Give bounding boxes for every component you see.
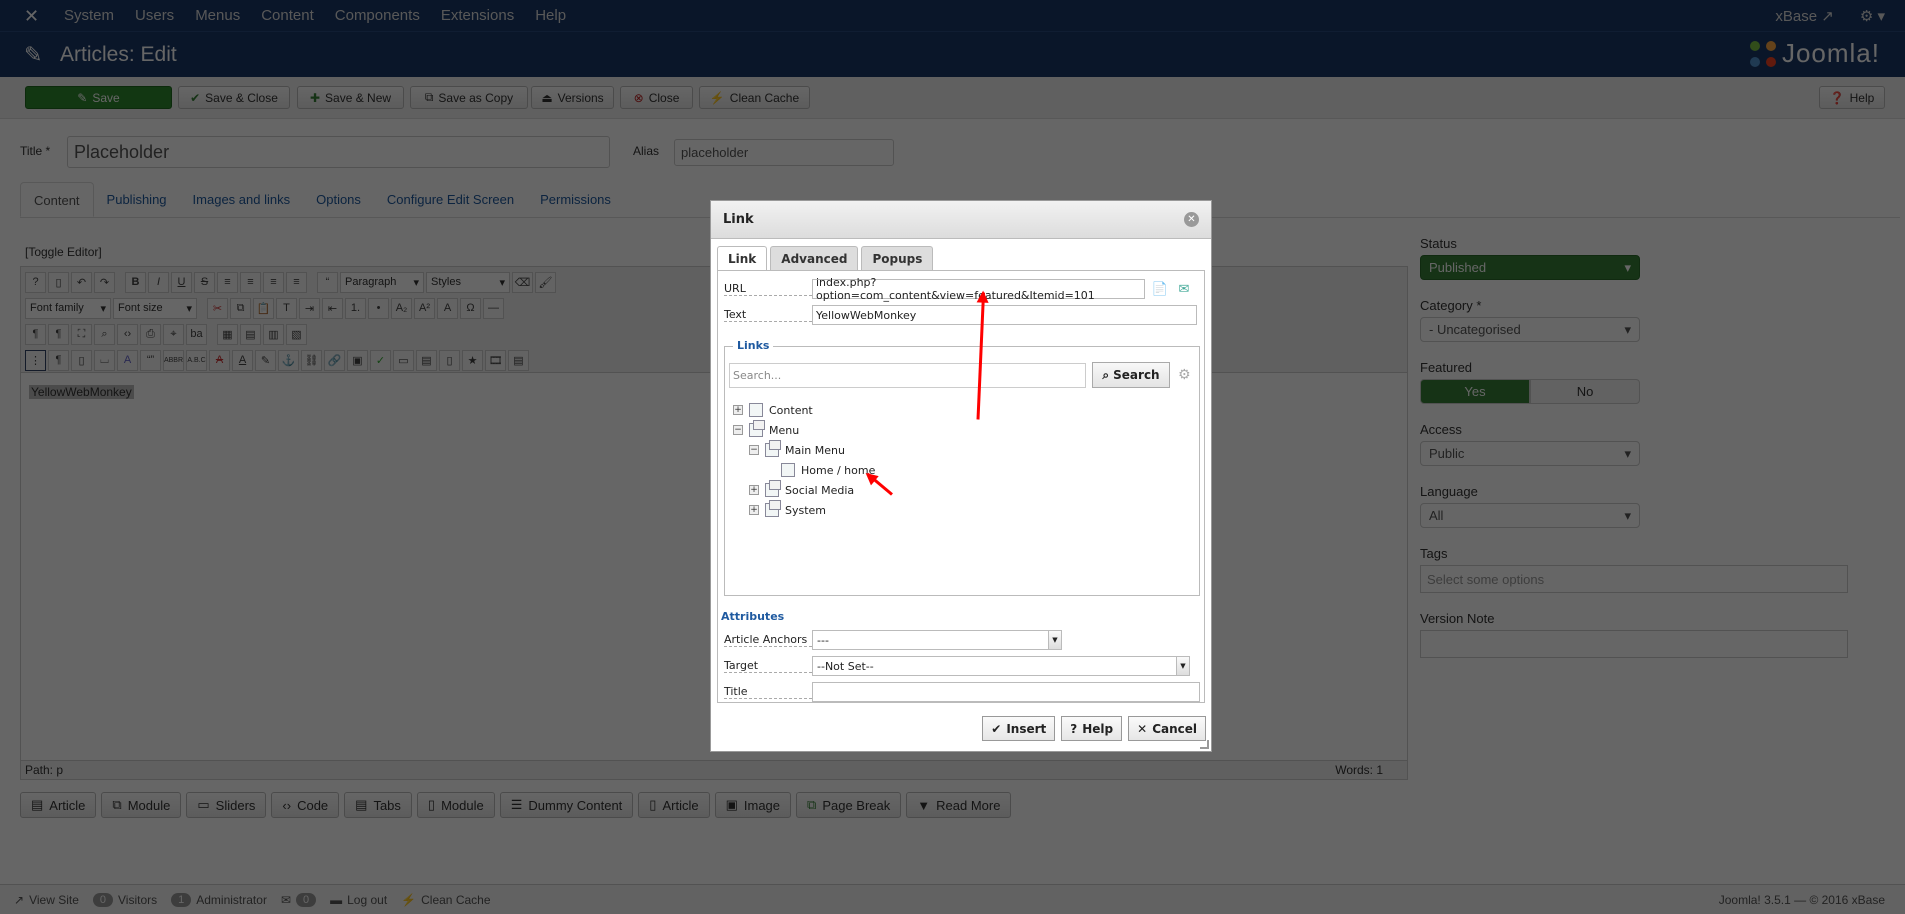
target-select[interactable]: --Not Set-- ▼ <box>812 656 1190 676</box>
gear-icon[interactable]: ⚙ <box>1178 367 1191 383</box>
search-icon: ⌕ <box>1102 367 1110 382</box>
text-input[interactable]: YellowWebMonkey <box>812 305 1197 325</box>
links-search-input[interactable]: Search... <box>729 363 1086 388</box>
tree-node-system[interactable]: + System <box>749 500 826 519</box>
browse-file-icon[interactable]: 📄 <box>1151 280 1169 298</box>
collapse-icon[interactable]: − <box>733 425 743 435</box>
page-icon <box>781 463 795 477</box>
check-icon: ✔ <box>991 721 1002 736</box>
tree-node-menu[interactable]: − Menu <box>733 420 799 439</box>
links-fieldset: Links Search... ⌕ Search ⚙ + Content − Menu… <box>724 339 1200 596</box>
attributes-legend: Attributes <box>721 610 785 623</box>
tab-popups[interactable]: Popups <box>861 246 934 270</box>
tree-node-social-media[interactable]: + Social Media <box>749 480 854 499</box>
dialog-header: Link ✕ <box>711 201 1211 239</box>
expand-icon[interactable]: + <box>749 485 759 495</box>
insert-button[interactable]: ✔ Insert <box>982 716 1056 741</box>
expand-icon[interactable]: + <box>749 505 759 515</box>
dialog-help-button[interactable]: ? Help <box>1061 716 1123 741</box>
menu-icon <box>749 420 765 437</box>
menu-icon <box>765 480 781 497</box>
links-legend: Links <box>733 339 774 352</box>
tab-advanced[interactable]: Advanced <box>770 246 859 270</box>
title-label: Title <box>724 685 812 699</box>
menu-icon <box>765 440 781 457</box>
link-panel: URL index.php?option=com_content&view=fe… <box>717 270 1205 703</box>
expand-icon[interactable]: + <box>733 405 743 415</box>
tree-node-content[interactable]: + Content <box>733 401 813 419</box>
link-title-input[interactable] <box>812 682 1200 702</box>
target-label: Target <box>724 659 812 673</box>
url-label: URL <box>724 282 812 296</box>
question-icon: ? <box>1070 721 1078 736</box>
menu-icon <box>765 500 781 517</box>
tree-node-main-menu[interactable]: − Main Menu <box>749 440 845 459</box>
link-dialog: Link ✕ Link Advanced Popups URL index.ph… <box>710 200 1212 752</box>
resize-handle[interactable] <box>1200 740 1209 749</box>
anchors-label: Article Anchors <box>724 633 812 647</box>
dialog-footer: ✔ Insert ? Help ✕ Cancel <box>982 716 1206 741</box>
collapse-icon[interactable]: − <box>749 445 759 455</box>
links-search-button[interactable]: ⌕ Search <box>1092 362 1170 388</box>
dialog-title: Link <box>723 212 754 227</box>
content-icon <box>749 403 763 417</box>
dropdown-arrow-icon: ▼ <box>1176 657 1189 675</box>
text-label: Text <box>724 308 812 322</box>
dropdown-arrow-icon: ▼ <box>1048 631 1061 649</box>
close-icon: ✕ <box>1137 721 1148 736</box>
close-icon[interactable]: ✕ <box>1184 212 1199 227</box>
dialog-tabs: Link Advanced Popups <box>717 246 934 271</box>
cancel-button[interactable]: ✕ Cancel <box>1128 716 1206 741</box>
article-anchors-select[interactable]: --- ▼ <box>812 630 1062 650</box>
tab-link[interactable]: Link <box>717 246 768 271</box>
email-link-icon[interactable]: ✉ <box>1175 280 1193 298</box>
